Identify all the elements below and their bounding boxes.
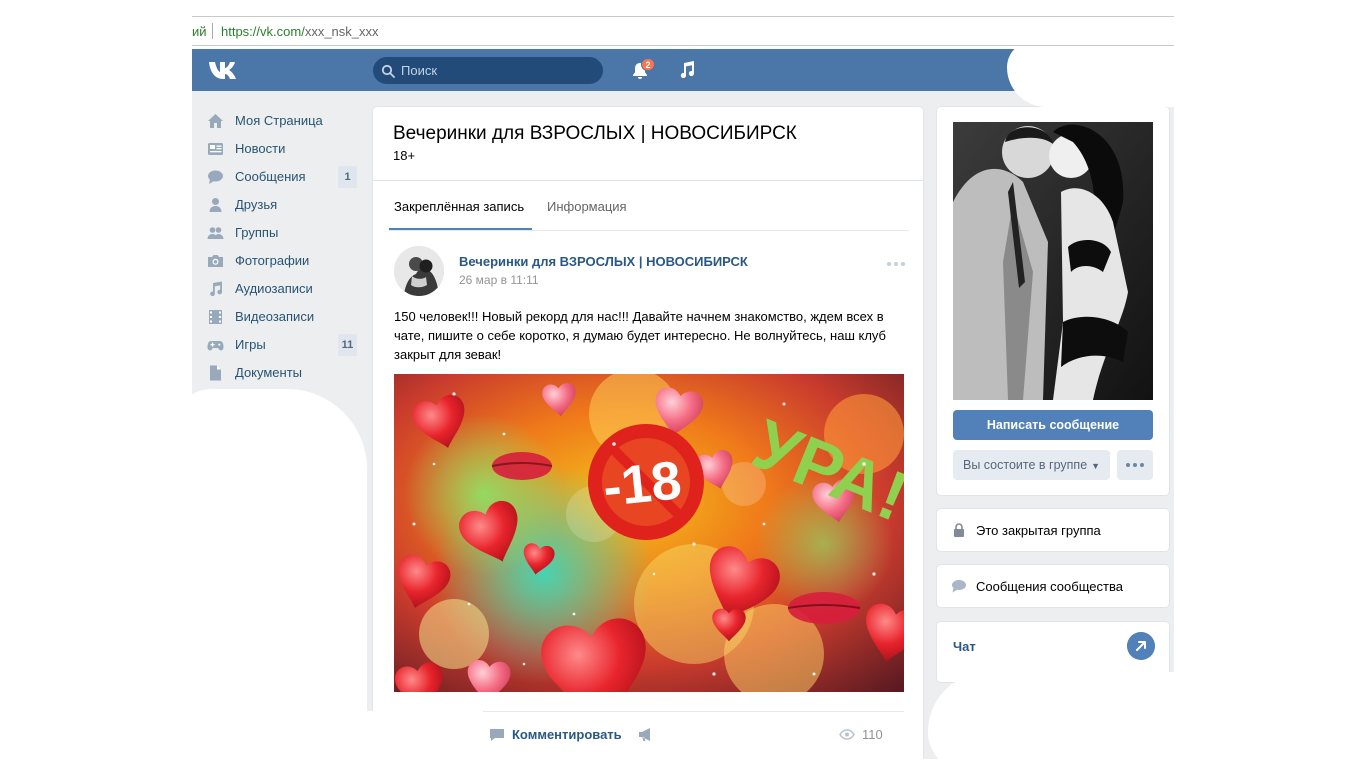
address-separator	[212, 23, 213, 39]
address-url[interactable]: https://vk.com/xxx_nsk_xxx	[221, 24, 379, 39]
camera-icon	[208, 255, 223, 267]
eye-icon	[839, 729, 855, 740]
music-note-icon[interactable]	[677, 60, 697, 80]
gamepad-icon	[207, 341, 224, 351]
kiss-lips	[787, 592, 861, 624]
messages-count-badge: 1	[338, 166, 357, 188]
screenshot: ий https://vk.com/xxx_nsk_xxx 2	[0, 0, 1366, 768]
redaction-bottom-right	[928, 672, 1174, 759]
group-side-card: Написать сообщение Вы состоите в группе ▼	[937, 107, 1169, 495]
community-messages-label: Сообщения сообщества	[976, 579, 1123, 594]
sidebar-item-label: Сообщения	[235, 169, 306, 184]
home-icon	[208, 114, 223, 128]
sidebar-item-friends[interactable]: Друзья	[192, 191, 362, 219]
sidebar-item-label: Игры	[235, 337, 266, 352]
search-input[interactable]	[401, 61, 591, 80]
comment-icon	[490, 729, 504, 741]
megaphone-icon[interactable]	[638, 727, 654, 742]
vk-logo-icon[interactable]	[208, 59, 242, 81]
kiss-lips	[491, 452, 553, 480]
sidebar-item-label: Новости	[235, 141, 286, 156]
notifications-badge: 2	[641, 58, 655, 71]
sidebar-item-label: Документы	[235, 365, 303, 380]
post-author-link[interactable]: Вечеринки для ВЗРОСЛЫХ | НОВОСИБИРСК	[459, 254, 748, 269]
search-box[interactable]	[373, 57, 603, 84]
group-age-status: 18+	[393, 148, 416, 163]
sidebar-item-messages[interactable]: Сообщения 1	[192, 163, 362, 191]
lock-icon	[954, 523, 964, 537]
games-count-badge: 11	[338, 334, 357, 356]
messages-icon	[208, 170, 223, 184]
redaction-top-right	[1007, 49, 1174, 107]
more-actions-button[interactable]	[1117, 450, 1153, 480]
chevron-down-icon: ▼	[1091, 461, 1101, 471]
avatar-image	[394, 246, 444, 296]
active-tab-underline	[389, 228, 532, 230]
badge-text: -18	[600, 450, 684, 518]
search-icon	[381, 64, 395, 78]
group-cover-photo[interactable]	[953, 122, 1153, 400]
sidebar-item-photos[interactable]: Фотографии	[192, 247, 362, 275]
music-icon	[210, 281, 223, 297]
more-options-icon[interactable]	[885, 259, 907, 269]
redaction-left	[192, 389, 367, 759]
post-text: 150 человек!!! Новый рекорд для нас!!! Д…	[394, 309, 886, 362]
left-sidebar: Моя Страница Новости Сообщения 1 Друзья …	[192, 107, 362, 455]
more-dots-icon	[1126, 463, 1144, 467]
redaction-bottom-center	[312, 711, 482, 759]
closed-group-block[interactable]: Это закрытая группа	[937, 509, 1169, 551]
sidebar-item-label: Видеозаписи	[235, 309, 315, 324]
sidebar-item-label: Моя Страница	[235, 113, 323, 128]
messages-icon	[952, 580, 966, 593]
no-under-18-badge: -18	[588, 424, 704, 540]
sidebar-item-video[interactable]: Видеозаписи	[192, 303, 362, 331]
sidebar-item-label: Группы	[235, 225, 279, 240]
url-path: xxx_nsk_xxx	[304, 24, 379, 39]
arrow-up-right-icon[interactable]	[1127, 632, 1155, 660]
groups-icon	[207, 227, 224, 239]
sidebar-item-my-page[interactable]: Моя Страница	[192, 107, 362, 135]
news-icon	[208, 143, 223, 155]
group-header-card: Вечеринки для ВЗРОСЛЫХ | НОВОСИБИРСК	[373, 107, 923, 181]
post-date[interactable]: 26 мар в 11:11	[459, 273, 539, 287]
document-icon	[210, 365, 221, 381]
community-messages-block[interactable]: Сообщения сообщества	[937, 565, 1169, 607]
sidebar-item-games[interactable]: Игры 11	[192, 331, 362, 359]
previous-tab-fragment: ий	[192, 24, 207, 39]
post-actions: Комментировать 110	[483, 711, 904, 751]
vk-page: 2 Моя Страница Новости Сообщения 1 Д	[192, 49, 1174, 759]
film-icon	[209, 310, 222, 324]
tab-information[interactable]: Информация	[547, 199, 627, 214]
sidebar-item-audio[interactable]: Аудиозаписи	[192, 275, 362, 303]
sidebar-item-label: Друзья	[235, 197, 278, 212]
celebration-image: -18 УРА!	[394, 374, 904, 692]
sidebar-item-news[interactable]: Новости	[192, 135, 362, 163]
closed-group-label: Это закрытая группа	[976, 523, 1101, 538]
wall-tabs: Закреплённая запись Информация	[389, 181, 909, 231]
comment-button[interactable]: Комментировать	[512, 727, 622, 742]
tab-pinned-post[interactable]: Закреплённая запись	[394, 199, 524, 214]
post-image[interactable]: -18 УРА!	[394, 374, 904, 692]
url-host: https://vk.com/	[221, 24, 305, 39]
membership-dropdown[interactable]: Вы состоите в группе ▼	[953, 450, 1110, 480]
sidebar-item-label: Фотографии	[235, 253, 310, 268]
chat-label: Чат	[953, 639, 976, 654]
post-author-avatar[interactable]	[394, 246, 444, 296]
page-title: Вечеринки для ВЗРОСЛЫХ | НОВОСИБИРСК	[393, 123, 797, 144]
cover-image	[953, 122, 1153, 400]
sidebar-item-groups[interactable]: Группы	[192, 219, 362, 247]
write-message-button[interactable]: Написать сообщение	[953, 410, 1153, 440]
wall-posts: Закреплённая запись Информация Вечеринки…	[373, 181, 923, 759]
browser-address-bar[interactable]: ий https://vk.com/xxx_nsk_xxx	[192, 16, 1174, 46]
sidebar-item-label: Аудиозаписи	[235, 281, 313, 296]
sidebar-item-documents[interactable]: Документы	[192, 359, 362, 387]
views-count: 110	[862, 727, 883, 742]
membership-label: Вы состоите в группе	[963, 458, 1088, 472]
friend-icon	[209, 198, 222, 212]
